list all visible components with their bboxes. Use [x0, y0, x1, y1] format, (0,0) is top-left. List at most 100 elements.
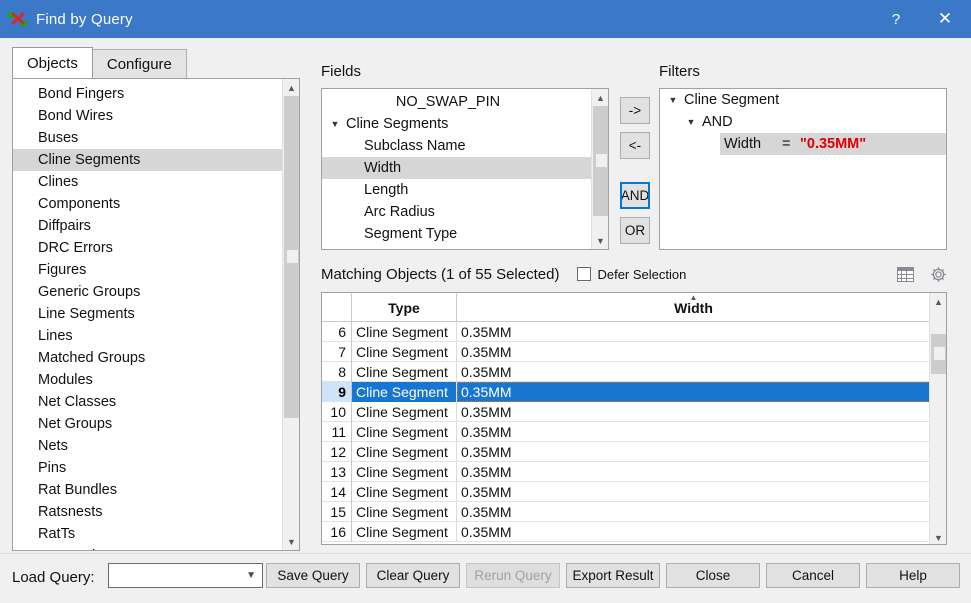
objects-list-item[interactable]: Ratsnests: [13, 501, 283, 523]
objects-list-item[interactable]: Nets: [13, 435, 283, 457]
objects-list-item[interactable]: Clines: [13, 171, 283, 193]
table-row[interactable]: 8Cline Segment0.35MM: [322, 362, 946, 382]
table-cell-idx[interactable]: 6: [322, 322, 352, 342]
table-cell-type[interactable]: Cline Segment: [352, 522, 457, 542]
table-cell-idx[interactable]: 8: [322, 362, 352, 382]
objects-list-item[interactable]: Components: [13, 193, 283, 215]
close-button[interactable]: Close: [666, 563, 760, 588]
objects-list-item[interactable]: Net Classes: [13, 391, 283, 413]
table-row[interactable]: 14Cline Segment0.35MM: [322, 482, 946, 502]
scroll-up-icon[interactable]: ▲: [592, 89, 609, 106]
column-header-width[interactable]: ▲ Width: [457, 293, 930, 322]
objects-list-item[interactable]: Generic Groups: [13, 281, 283, 303]
table-cell-type[interactable]: Cline Segment: [352, 482, 457, 502]
filter-group-node[interactable]: ▼ AND: [660, 111, 946, 133]
filter-condition-row[interactable]: Width="0.35MM": [720, 133, 947, 155]
table-cell-width[interactable]: 0.35MM: [457, 442, 930, 462]
chevron-down-icon[interactable]: ▼: [684, 111, 698, 133]
or-button[interactable]: OR: [620, 217, 650, 244]
fields-list[interactable]: NO_SWAP_PIN▼Cline SegmentsSubclass NameW…: [321, 88, 609, 250]
filter-root-node[interactable]: ▼ Cline Segment: [660, 89, 946, 111]
table-cell-width[interactable]: 0.35MM: [457, 522, 930, 542]
objects-list-item[interactable]: Figures: [13, 259, 283, 281]
objects-list-item[interactable]: Line Segments: [13, 303, 283, 325]
table-row[interactable]: 13Cline Segment0.35MM: [322, 462, 946, 482]
table-cell-idx[interactable]: 13: [322, 462, 352, 482]
column-header-index[interactable]: [322, 293, 352, 322]
table-cell-width[interactable]: 0.35MM: [457, 502, 930, 522]
table-cell-type[interactable]: Cline Segment: [352, 362, 457, 382]
table-cell-width[interactable]: 0.35MM: [457, 382, 930, 402]
and-button[interactable]: AND: [620, 182, 650, 209]
remove-filter-button[interactable]: <-: [620, 132, 650, 159]
table-cell-type[interactable]: Cline Segment: [352, 502, 457, 522]
fields-list-item[interactable]: Length: [322, 179, 608, 201]
fields-list-item[interactable]: NO_SWAP_PIN: [322, 91, 608, 113]
table-cell-type[interactable]: Cline Segment: [352, 402, 457, 422]
fields-list-item[interactable]: Subclass Name: [322, 135, 608, 157]
objects-list-item[interactable]: Rat Bundles: [13, 479, 283, 501]
table-cell-type[interactable]: Cline Segment: [352, 442, 457, 462]
table-cell-idx[interactable]: 11: [322, 422, 352, 442]
table-row[interactable]: 15Cline Segment0.35MM: [322, 502, 946, 522]
objects-list-item[interactable]: Diffpairs: [13, 215, 283, 237]
scroll-down-icon[interactable]: ▼: [930, 529, 947, 545]
table-row[interactable]: 9Cline Segment0.35MM: [322, 382, 946, 402]
table-row[interactable]: 7Cline Segment0.35MM: [322, 342, 946, 362]
table-cell-idx[interactable]: 10: [322, 402, 352, 422]
fields-list-item[interactable]: Segment Type: [322, 223, 608, 245]
chevron-down-icon[interactable]: ▼: [666, 89, 680, 111]
export-result-button[interactable]: Export Result: [566, 563, 660, 588]
table-cell-width[interactable]: 0.35MM: [457, 462, 930, 482]
table-cell-idx[interactable]: 12: [322, 442, 352, 462]
scroll-down-icon[interactable]: ▼: [592, 232, 609, 249]
scrollbar-thumb[interactable]: [931, 334, 946, 374]
table-grid-icon[interactable]: [897, 267, 914, 282]
table-cell-idx[interactable]: 9: [322, 382, 352, 402]
cancel-button[interactable]: Cancel: [766, 563, 860, 588]
clear-query-button[interactable]: Clear Query: [366, 563, 460, 588]
tab-objects[interactable]: Objects: [12, 47, 93, 78]
table-cell-type[interactable]: Cline Segment: [352, 322, 457, 342]
matching-objects-table[interactable]: Type ▲ Width 6Cline Segment0.35MM7Cline …: [321, 292, 947, 545]
column-header-type[interactable]: Type: [352, 293, 457, 322]
table-cell-width[interactable]: 0.35MM: [457, 422, 930, 442]
objects-list-item[interactable]: Cline Segments: [13, 149, 283, 171]
table-row[interactable]: 11Cline Segment0.35MM: [322, 422, 946, 442]
chevron-down-icon[interactable]: ▼: [328, 113, 342, 135]
table-cell-type[interactable]: Cline Segment: [352, 462, 457, 482]
scroll-up-icon[interactable]: ▲: [930, 293, 947, 310]
table-row[interactable]: 16Cline Segment0.35MM: [322, 522, 946, 542]
table-cell-type[interactable]: Cline Segment: [352, 422, 457, 442]
close-icon[interactable]: ✕: [919, 0, 971, 38]
objects-list-item[interactable]: Bond Fingers: [13, 83, 283, 105]
objects-list-item[interactable]: Net Groups: [13, 413, 283, 435]
objects-list-item[interactable]: Rectangles: [13, 545, 283, 551]
fields-list-item[interactable]: Arc Radius: [322, 201, 608, 223]
objects-list[interactable]: Bond FingersBond WiresBusesCline Segment…: [12, 78, 300, 551]
table-cell-type[interactable]: Cline Segment: [352, 342, 457, 362]
save-query-button[interactable]: Save Query: [266, 563, 360, 588]
table-cell-width[interactable]: 0.35MM: [457, 362, 930, 382]
table-row[interactable]: 12Cline Segment0.35MM: [322, 442, 946, 462]
table-cell-width[interactable]: 0.35MM: [457, 322, 930, 342]
table-scrollbar[interactable]: ▲ ▼: [929, 293, 946, 545]
add-filter-button[interactable]: ->: [620, 97, 650, 124]
scrollbar-thumb[interactable]: [284, 96, 299, 418]
fields-scrollbar[interactable]: ▲ ▼: [591, 89, 608, 249]
scroll-up-icon[interactable]: ▲: [283, 79, 300, 96]
help-icon[interactable]: ?: [873, 0, 919, 38]
table-cell-type[interactable]: Cline Segment: [352, 382, 457, 402]
table-cell-idx[interactable]: 16: [322, 522, 352, 542]
filters-tree[interactable]: ▼ Cline Segment ▼ AND Width="0.35MM": [659, 88, 947, 250]
table-row[interactable]: 10Cline Segment0.35MM: [322, 402, 946, 422]
table-cell-idx[interactable]: 15: [322, 502, 352, 522]
table-cell-idx[interactable]: 7: [322, 342, 352, 362]
objects-list-item[interactable]: Pins: [13, 457, 283, 479]
objects-list-item[interactable]: Buses: [13, 127, 283, 149]
objects-list-item[interactable]: RatTs: [13, 523, 283, 545]
defer-selection-checkbox[interactable]: [577, 267, 591, 281]
chevron-down-icon[interactable]: ▼: [246, 564, 256, 587]
table-cell-width[interactable]: 0.35MM: [457, 482, 930, 502]
objects-list-item[interactable]: Matched Groups: [13, 347, 283, 369]
